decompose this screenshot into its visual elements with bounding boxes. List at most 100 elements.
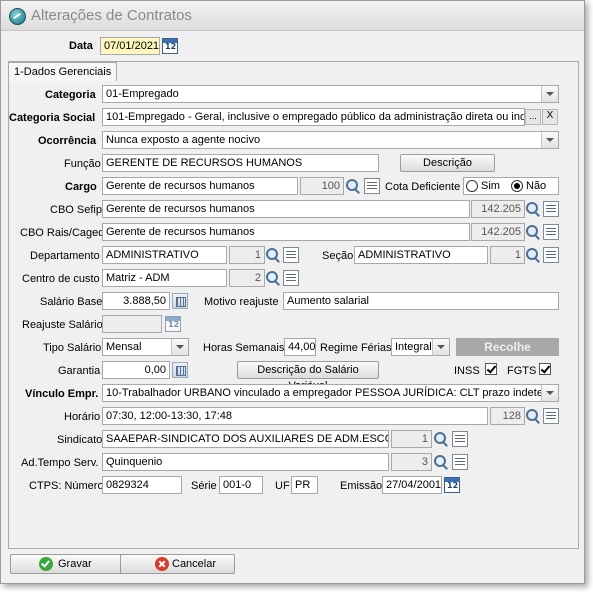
funcao-field[interactable]: GERENTE DE RECURSOS HUMANOS [102,154,379,172]
search-icon[interactable] [525,201,541,217]
cargo-field[interactable]: Gerente de recursos humanos [102,177,298,195]
list-icon[interactable] [283,270,299,286]
categoria-select[interactable]: 01-Empregado [102,85,559,103]
categoria-social-browse-button[interactable]: ... [525,109,541,125]
cota-sim-radio[interactable] [466,180,478,192]
funcao-label: Função [64,158,101,170]
horas-semanais-field[interactable]: 44,00 [284,338,316,356]
serie-label: Série [191,480,217,492]
motivo-reajuste-field[interactable]: Aumento salarial [283,292,559,310]
data-input[interactable]: 07/01/2021 [100,37,160,55]
calculator-icon[interactable] [172,293,188,309]
cbo-sefip-field[interactable]: Gerente de recursos humanos [102,200,470,218]
search-icon[interactable] [265,270,281,286]
list-icon[interactable] [452,454,468,470]
reajuste-salario-field[interactable] [102,315,162,333]
centro-custo-label: Centro de custo [22,273,100,285]
tipo-salario-label: Tipo Salário [43,342,102,354]
regime-ferias-value: Integral [395,341,432,353]
gravar-label: Gravar [58,558,92,570]
descricao-salario-variavel-button[interactable]: Descrição do Salário Variável [237,361,379,392]
horario-code: 128 [490,407,525,425]
categoria-label: Categoria [45,89,96,101]
dialog-window: Alterações de Contratos Data 07/01/2021 … [0,0,585,584]
garantia-field[interactable]: 0,00 [102,361,170,379]
inss-checkbox[interactable] [485,363,497,375]
search-icon[interactable] [265,247,281,263]
search-icon[interactable] [525,224,541,240]
search-icon[interactable] [525,247,541,263]
cota-nao-label: Não [526,180,547,192]
data-label: Data [69,40,93,52]
categoria-social-clear-button[interactable]: X [542,109,558,125]
ocorrencia-select[interactable]: Nunca exposto a agente nocivo [102,131,559,149]
cota-nao-radio[interactable] [511,180,523,192]
list-icon[interactable] [543,408,559,424]
salario-base-field[interactable]: 3.888,50 [102,292,170,310]
tipo-salario-value: Mensal [106,341,142,353]
descricao-button[interactable]: Descrição [400,154,495,172]
chevron-down-icon[interactable] [432,339,449,355]
list-icon[interactable] [452,431,468,447]
vinculo-label: Vínculo Empr. [25,388,99,400]
ad-tempo-label: Ad.Tempo Serv. [21,457,99,469]
departamento-field[interactable]: ADMINISTRATIVO [102,246,227,264]
regime-ferias-label: Regime Férias [320,342,392,354]
calendar-icon[interactable] [162,38,178,54]
emissao-field[interactable]: 27/04/2001 [382,476,442,494]
horario-label: Horário [64,411,101,423]
horario-field[interactable]: 07:30, 12:00-13:30, 17:48 [102,407,488,425]
vinculo-select[interactable]: 10-Trabalhador URBANO vinculado a empreg… [102,384,559,402]
search-icon[interactable] [433,454,449,470]
serie-field[interactable]: 001-0 [219,476,263,494]
search-icon[interactable] [433,431,449,447]
categoria-social-field[interactable]: 101-Empregado - Geral, inclusive o empre… [102,108,525,126]
chevron-down-icon[interactable] [541,132,558,148]
list-icon[interactable] [543,224,559,240]
centro-custo-field[interactable]: Matriz - ADM [102,269,227,287]
gravar-button[interactable]: Gravar [10,554,125,574]
departamento-label: Departamento [30,250,100,262]
sindicato-label: Sindicato [57,434,103,446]
cbo-rais-code: 142.205 [471,223,525,241]
ad-tempo-field[interactable]: Quinquenio [102,453,389,471]
tab-dados-gerenciais[interactable]: 1-Dados Gerenciais [8,62,118,81]
calendar-icon[interactable] [165,316,181,332]
cancel-icon [155,557,169,571]
title-bar: Alterações de Contratos [1,1,584,31]
chevron-down-icon[interactable] [541,86,558,102]
calendar-icon[interactable] [444,477,460,493]
reajuste-salario-label: Reajuste Salário [22,319,103,331]
list-icon[interactable] [364,178,380,194]
fgts-checkbox[interactable] [539,363,551,375]
list-icon[interactable] [543,247,559,263]
departamento-code: 1 [229,246,265,264]
regime-ferias-select[interactable]: Integral [391,338,450,356]
search-icon[interactable] [525,408,541,424]
chevron-down-icon[interactable] [171,339,188,355]
sindicato-code: 1 [391,430,432,448]
list-icon[interactable] [283,247,299,263]
cancelar-button[interactable]: Cancelar [120,554,235,574]
cargo-label: Cargo [65,181,97,193]
ctps-numero-label: CTPS: Número [29,480,104,492]
uf-field[interactable]: PR [291,476,318,494]
ad-tempo-code: 3 [391,453,432,471]
cota-deficiente-group: Sim Não [463,177,559,195]
tipo-salario-select[interactable]: Mensal [102,338,189,356]
emissao-label: Emissão [340,480,383,492]
window-title: Alterações de Contratos [31,7,192,24]
salario-base-label: Salário Base [40,296,103,308]
chevron-down-icon[interactable] [541,385,558,401]
list-icon[interactable] [543,201,559,217]
search-icon[interactable] [345,178,361,194]
calculator-icon[interactable] [172,362,188,378]
secao-field[interactable]: ADMINISTRATIVO [354,246,488,264]
cbo-sefip-label: CBO Sefip [50,204,102,216]
sindicato-field[interactable]: SAAEPAR-SINDICATO DOS AUXILIARES DE ADM.… [102,430,389,448]
recolhe-button[interactable]: Recolhe [456,338,559,356]
cota-deficiente-label: Cota Deficiente [385,181,461,193]
garantia-label: Garantia [58,365,101,377]
cbo-rais-field[interactable]: Gerente de recursos humanos [102,223,470,241]
ctps-numero-field[interactable]: 0829324 [102,476,182,494]
